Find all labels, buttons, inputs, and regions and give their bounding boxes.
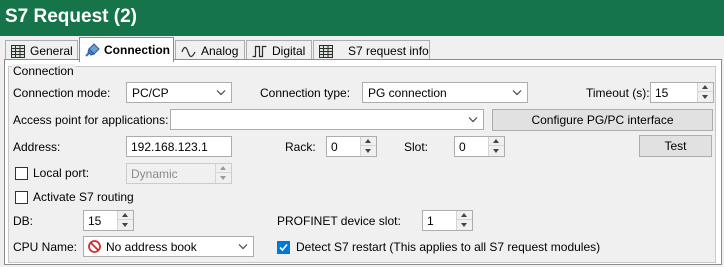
chevron-down-icon <box>466 112 480 127</box>
stepper-value: 0 <box>331 140 338 154</box>
profinet-slot-label: PROFINET device slot: <box>277 214 401 228</box>
local-port-checkbox[interactable] <box>15 167 28 180</box>
decrement-button[interactable] <box>489 146 504 156</box>
tab-label: General <box>30 44 73 58</box>
title-bar: S7 Request (2) <box>0 0 724 36</box>
rack-label: Rack: <box>285 140 316 154</box>
increment-button[interactable] <box>361 137 376 146</box>
tab-label: S7 request info <box>348 44 429 58</box>
tab-s7-request-info[interactable]: S7 request info <box>313 40 430 61</box>
cpu-name-select[interactable]: No address book <box>83 236 254 257</box>
decrement-button[interactable] <box>118 220 133 230</box>
sine-wave-icon <box>181 45 196 58</box>
decrement-button[interactable] <box>698 92 713 102</box>
stepper-buttons <box>117 211 133 230</box>
slot-stepper[interactable]: 0 <box>454 136 505 157</box>
profinet-slot-stepper[interactable]: 1 <box>422 210 473 231</box>
increment-button[interactable] <box>216 164 231 173</box>
timeout-stepper[interactable]: 15 <box>650 82 714 103</box>
chevron-down-icon <box>510 85 524 100</box>
field-value: 192.168.123.1 <box>131 140 208 154</box>
local-port-label: Local port: <box>33 166 90 180</box>
tab-strip: General Connection Analog Digital S7 req… <box>0 36 724 62</box>
decrement-button[interactable] <box>216 173 231 183</box>
plug-connector-icon <box>84 42 100 58</box>
stepper-value: Dynamic <box>131 167 178 181</box>
access-point-select[interactable] <box>170 109 484 130</box>
address-field[interactable]: 192.168.123.1 <box>126 136 232 157</box>
detect-restart-checkbox[interactable] <box>277 241 290 254</box>
chevron-down-icon <box>214 85 228 100</box>
tab-digital[interactable]: Digital <box>246 40 312 61</box>
stepper-buttons <box>456 211 472 230</box>
grid-table-icon <box>11 44 25 58</box>
access-point-label: Access point for applications: <box>13 113 169 127</box>
decrement-button[interactable] <box>361 146 376 156</box>
stepper-value: 1 <box>427 214 434 228</box>
connection-type-label: Connection type: <box>260 86 351 100</box>
test-button[interactable]: Test <box>639 135 712 157</box>
selected-value: No address book <box>106 240 197 254</box>
slot-label: Slot: <box>404 140 429 154</box>
stepper-buttons <box>488 137 504 156</box>
increment-button[interactable] <box>698 83 713 92</box>
checkmark-icon <box>279 243 288 252</box>
detect-restart-label: Detect S7 restart (This applies to all S… <box>296 240 601 254</box>
db-stepper[interactable]: 15 <box>83 210 134 231</box>
tab-label: Analog <box>201 44 239 58</box>
selected-value: PC/CP <box>132 86 169 100</box>
grid-table-icon <box>319 44 333 58</box>
increment-button[interactable] <box>118 211 133 220</box>
s7-routing-label: Activate S7 routing <box>33 190 134 204</box>
configure-pgpc-interface-button[interactable]: Configure PG/PC interface <box>492 109 713 131</box>
stepper-buttons <box>697 83 713 102</box>
stepper-value: 15 <box>655 86 669 100</box>
square-wave-icon <box>252 45 267 58</box>
tab-analog[interactable]: Analog <box>175 40 245 61</box>
tab-connection[interactable]: Connection <box>79 37 174 62</box>
db-label: DB: <box>13 214 34 228</box>
tab-general[interactable]: General <box>5 40 78 61</box>
group-title: Connection <box>12 64 75 78</box>
local-port-stepper[interactable]: Dynamic <box>126 163 232 184</box>
rack-stepper[interactable]: 0 <box>326 136 377 157</box>
tab-label: Connection <box>104 43 170 57</box>
cpu-name-label: CPU Name: <box>13 240 78 254</box>
connection-mode-select[interactable]: PC/CP <box>126 82 232 103</box>
increment-button[interactable] <box>457 211 472 220</box>
chevron-down-icon <box>236 239 250 254</box>
window-title: S7 Request (2) <box>5 6 137 27</box>
no-entry-icon <box>88 240 101 253</box>
connection-type-select[interactable]: PG connection <box>362 82 528 103</box>
stepper-buttons <box>360 137 376 156</box>
stepper-buttons <box>215 164 231 183</box>
tab-label: Digital <box>272 44 306 58</box>
connection-mode-label: Connection mode: <box>13 86 111 100</box>
s7-routing-checkbox[interactable] <box>15 191 28 204</box>
decrement-button[interactable] <box>457 220 472 230</box>
stepper-value: 0 <box>459 140 466 154</box>
stepper-value: 15 <box>88 214 102 228</box>
address-label: Address: <box>13 140 61 154</box>
timeout-label: Timeout (s): <box>586 86 650 100</box>
increment-button[interactable] <box>489 137 504 146</box>
selected-value: PG connection <box>368 86 447 100</box>
